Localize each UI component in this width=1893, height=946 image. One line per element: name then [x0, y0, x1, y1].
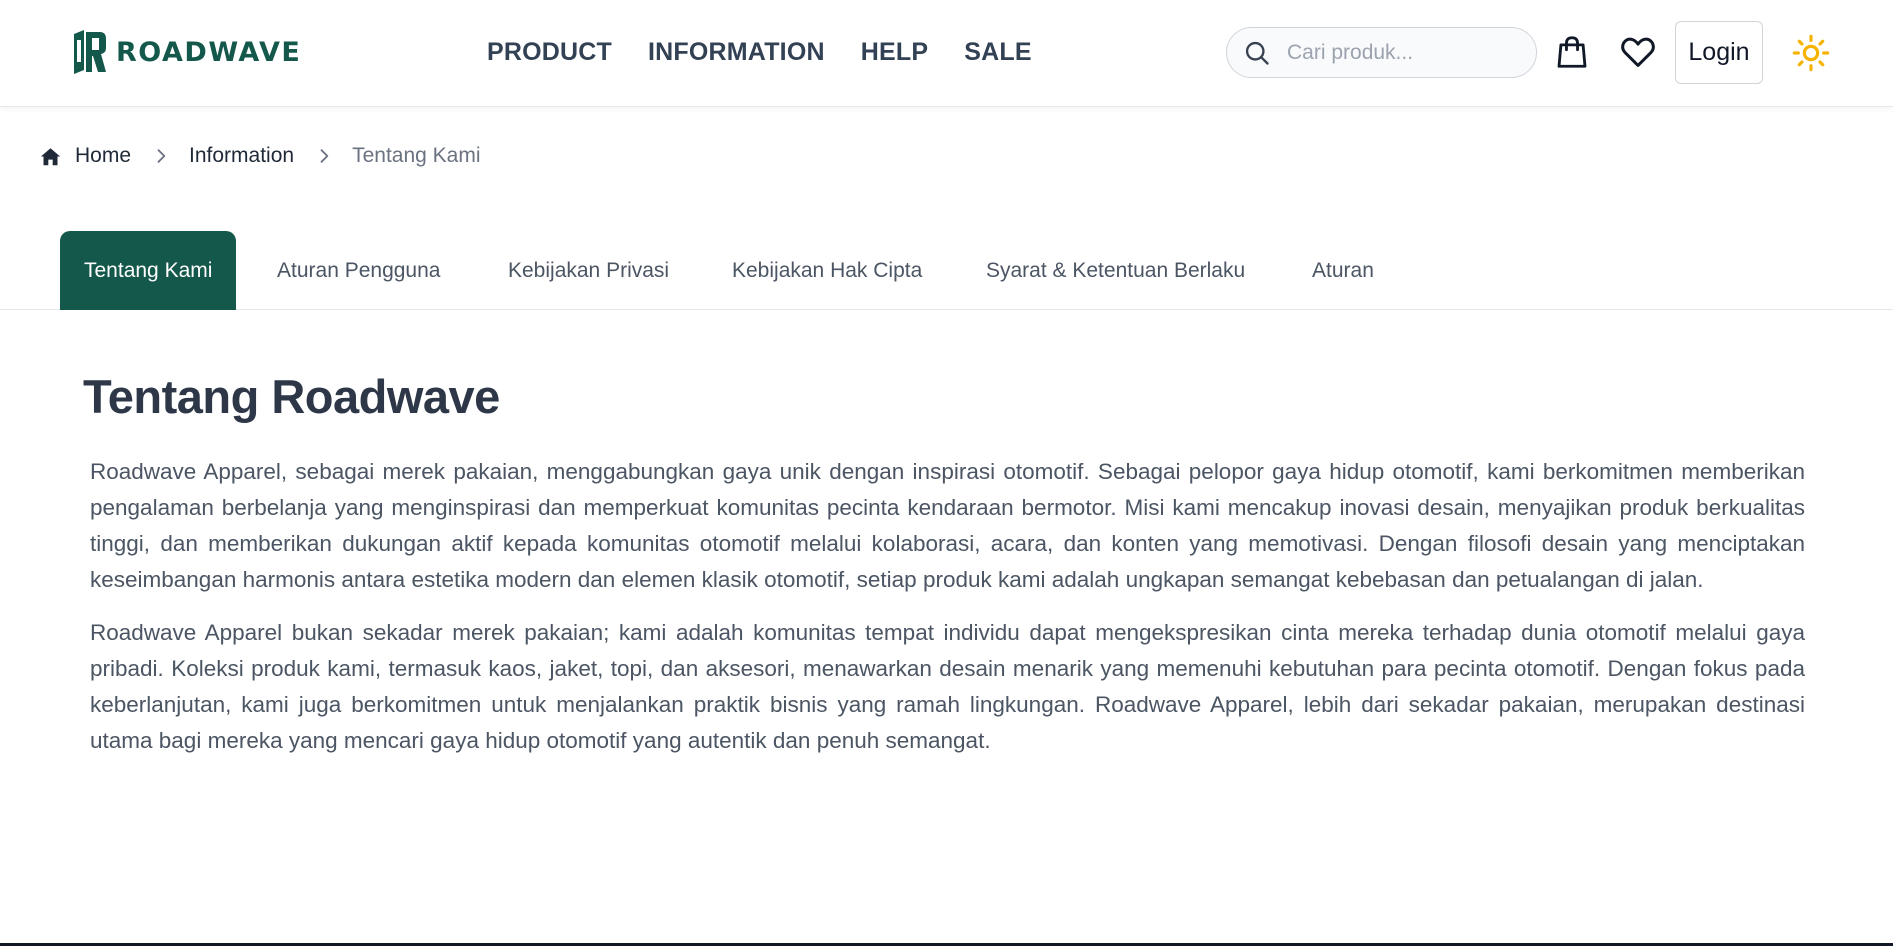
- login-button[interactable]: Login: [1675, 21, 1763, 84]
- search-input[interactable]: [1287, 40, 1517, 65]
- nav-help[interactable]: HELP: [861, 38, 928, 67]
- nav-product[interactable]: PRODUCT: [487, 38, 612, 67]
- sun-icon: [1792, 34, 1830, 72]
- home-icon: [40, 147, 61, 165]
- search-box: [1226, 27, 1537, 78]
- wishlist-button[interactable]: [1619, 33, 1657, 71]
- heart-icon: [1621, 37, 1655, 67]
- theme-toggle-button[interactable]: [1792, 34, 1830, 72]
- cart-button[interactable]: [1553, 33, 1591, 71]
- about-paragraph: Roadwave Apparel bukan sekadar merek pak…: [90, 620, 1805, 753]
- page: ROADWAVE PRODUCT INFORMATION HELP SALE C…: [0, 0, 1893, 946]
- info-tabs: Tentang Kami Aturan Pengguna Kebijakan P…: [0, 231, 1893, 310]
- breadcrumb-home[interactable]: Home: [75, 144, 131, 168]
- shopping-bag-icon: [1557, 36, 1587, 68]
- breadcrumb-current: Tentang Kami: [352, 144, 481, 167]
- search-icon: [1245, 41, 1269, 65]
- logo-text: ROADWAVE: [116, 36, 302, 68]
- chevron-right-icon: [320, 149, 329, 163]
- tab-aturan-pengguna[interactable]: Aturan Pengguna: [253, 231, 464, 310]
- about-content: Roadwave Apparel, sebagai merek pakaian,…: [90, 454, 1805, 776]
- roadwave-logo-icon: [74, 30, 106, 74]
- nav-information[interactable]: INFORMATION: [648, 38, 825, 67]
- page-title: Tentang Roadwave: [83, 370, 500, 423]
- tab-kebijakan-hak-cipta[interactable]: Kebijakan Hak Cipta: [708, 231, 946, 310]
- breadcrumb: Home Information Tentang Kami: [40, 144, 481, 168]
- tab-tentang-kami[interactable]: Tentang Kami: [60, 231, 237, 310]
- breadcrumb-information[interactable]: Information: [189, 144, 294, 168]
- tab-aturan[interactable]: Aturan: [1288, 231, 1398, 310]
- site-header: ROADWAVE PRODUCT INFORMATION HELP SALE C…: [0, 0, 1893, 107]
- chevron-right-icon: [157, 149, 166, 163]
- tab-kebijakan-privasi[interactable]: Kebijakan Privasi: [484, 231, 693, 310]
- tab-syarat-ketentuan[interactable]: Syarat & Ketentuan Berlaku: [962, 231, 1269, 310]
- logo[interactable]: ROADWAVE: [70, 28, 301, 76]
- main-nav: PRODUCT INFORMATION HELP SALE: [487, 38, 1032, 67]
- about-paragraph: Roadwave Apparel, sebagai merek pakaian,…: [90, 459, 1805, 592]
- nav-sale[interactable]: SALE: [964, 38, 1031, 67]
